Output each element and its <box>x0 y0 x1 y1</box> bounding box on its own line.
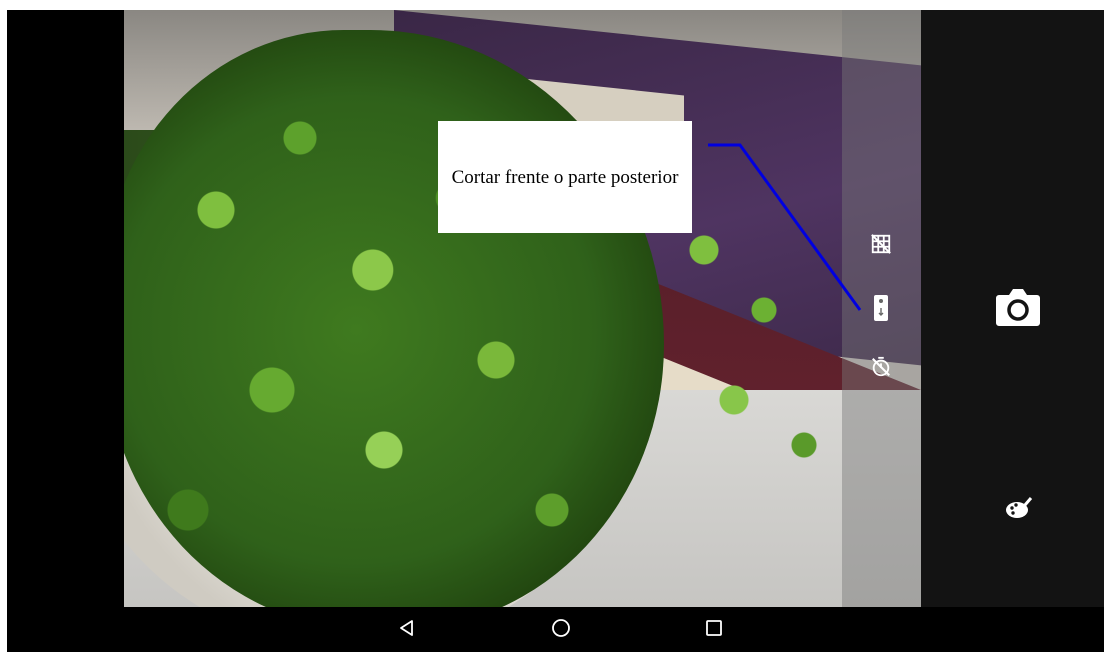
camera-viewfinder[interactable] <box>124 10 921 607</box>
back-button[interactable] <box>395 618 419 642</box>
palette-icon[interactable] <box>1004 494 1034 522</box>
viewfinder-vine <box>644 190 844 490</box>
device-screen: Cortar frente o parte posterior <box>7 10 1104 652</box>
callout-label: Cortar frente o parte posterior <box>438 121 692 233</box>
recents-button[interactable] <box>702 618 726 642</box>
recents-square-icon <box>705 619 723 642</box>
timer-off-icon[interactable] <box>868 354 894 380</box>
home-button[interactable] <box>549 618 573 642</box>
back-triangle-icon <box>398 619 416 642</box>
system-navigation-bar <box>7 607 1104 652</box>
camera-icon[interactable] <box>994 285 1042 329</box>
grid-off-icon[interactable] <box>868 231 894 257</box>
camera-side-panel <box>921 10 1104 607</box>
quick-settings-strip <box>842 10 921 607</box>
home-circle-icon <box>551 618 571 643</box>
callout-text: Cortar frente o parte posterior <box>451 166 679 188</box>
switch-camera-icon[interactable] <box>870 293 892 323</box>
